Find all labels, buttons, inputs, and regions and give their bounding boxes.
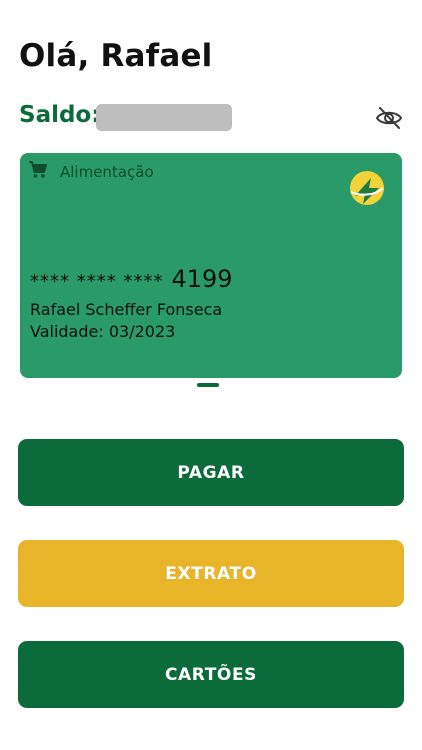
- statement-button[interactable]: EXTRATO: [18, 540, 404, 607]
- eye-off-icon[interactable]: [373, 102, 405, 134]
- balance-label: Saldo:: [19, 102, 101, 128]
- brand-logo-icon: [349, 170, 385, 206]
- cards-button[interactable]: CARTÕES: [18, 641, 404, 708]
- card-holder-name: Rafael Scheffer Fonseca: [30, 300, 223, 319]
- card-type: Alimentação: [28, 161, 154, 183]
- card-number: **** **** **** 4199: [30, 265, 233, 293]
- cart-icon: [28, 161, 48, 183]
- benefit-card[interactable]: Alimentação **** **** **** 4199 Rafael S…: [20, 153, 402, 378]
- greeting-title: Olá, Rafael: [19, 38, 213, 74]
- balance-row: Saldo:: [19, 100, 409, 136]
- balance-hidden-value: [96, 104, 232, 131]
- card-number-last4: 4199: [171, 265, 233, 293]
- pay-button[interactable]: PAGAR: [18, 439, 404, 506]
- card-type-label: Alimentação: [60, 163, 154, 181]
- card-validity: Validade: 03/2023: [30, 322, 176, 341]
- carousel-indicator[interactable]: [197, 383, 219, 387]
- home-screen: Olá, Rafael Saldo: Alimentação **** ****…: [0, 0, 422, 750]
- card-number-mask: **** **** ****: [30, 271, 164, 292]
